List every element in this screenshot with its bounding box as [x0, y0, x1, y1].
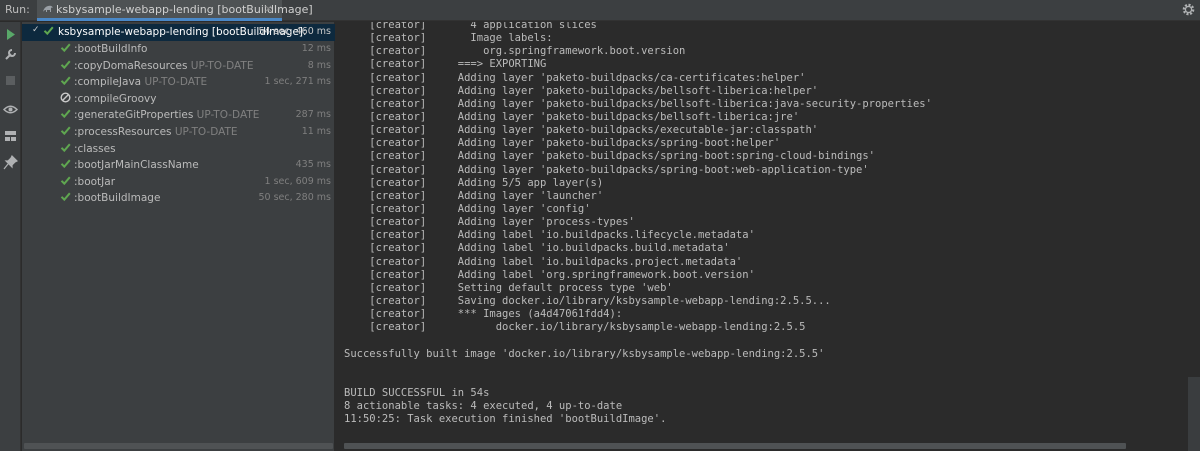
task-status: UP-TO-DATE [187, 59, 254, 72]
task-status: UP-TO-DATE [171, 126, 238, 138]
run-tool-strip [0, 22, 21, 451]
task-duration: 435 ms [295, 159, 331, 171]
task-duration: 12 ms [301, 43, 331, 54]
task-duration: 287 ms [295, 109, 331, 121]
console-line: [creator] Adding label 'io.buildpacks.pr… [344, 255, 743, 268]
run-tab-title: ksbysample-webapp-lending [bootBuildImag… [56, 3, 313, 16]
console-line: [creator] Adding label 'io.buildpacks.li… [344, 229, 755, 242]
success-check-icon [43, 26, 54, 36]
console-line: [creator] Adding layer 'paketo-buildpack… [344, 71, 806, 84]
stop-icon[interactable] [3, 73, 18, 88]
task-duration: 1 sec, 609 ms [264, 175, 331, 187]
task-duration: 8 ms [307, 59, 331, 71]
console-vertical-scrollbar[interactable] [1188, 377, 1200, 451]
success-check-icon [60, 192, 71, 202]
task-name: :bootJarMainClassName [74, 159, 199, 172]
tree-task-item[interactable]: :bootJarMainClassName 435 ms [22, 157, 335, 174]
console-line: [creator] Adding label 'io.buildpacks.bu… [344, 242, 730, 255]
success-check-icon [60, 126, 71, 136]
success-check-icon [60, 109, 71, 119]
expand-arrow-icon[interactable]: ✓ [32, 25, 40, 35]
console-line: [creator] Adding layer 'paketo-buildpack… [344, 163, 869, 176]
task-name: :processResources UP-TO-DATE [74, 126, 238, 138]
run-tab[interactable]: ksbysample-webapp-lending [bootBuildImag… [37, 0, 313, 21]
console-line: [creator] *** Images (a4d47061fdd4): [344, 308, 623, 321]
console-horizontal-scrollbar[interactable] [344, 443, 1126, 449]
tree-root-item[interactable]: ✓ ksbysample-webapp-lending [bootBuildIm… [22, 24, 335, 41]
task-duration: 50 sec, 280 ms [258, 192, 331, 204]
gradle-icon [43, 5, 53, 12]
run-toolbar: Run: ksbysample-webapp-lending [bootBuil… [0, 0, 1200, 21]
play-icon[interactable] [3, 27, 18, 42]
console-line: [creator] Adding label 'org.springframew… [344, 268, 755, 281]
console-line: [creator] Adding layer 'process-types' [344, 216, 635, 229]
console-line: [creator] Adding layer 'paketo-buildpack… [344, 84, 819, 97]
console-line: [creator] Adding layer 'config' [344, 202, 591, 215]
tree-task-item[interactable]: :compileJava UP-TO-DATE 1 sec, 271 ms [22, 74, 335, 91]
task-duration: 1 sec, 271 ms [264, 76, 331, 88]
console-line: [creator] Adding layer 'paketo-buildpack… [344, 110, 800, 123]
tree-task-item[interactable]: :bootBuildImage 50 sec, 280 ms [22, 190, 335, 207]
console-line: [creator] Adding layer 'paketo-buildpack… [344, 97, 932, 110]
console-line: [creator] Adding layer 'launcher' [344, 189, 604, 202]
console-line: Successfully built image 'docker.io/libr… [344, 347, 825, 360]
console-line: BUILD SUCCESSFUL in 54s [344, 386, 490, 399]
console-line: [creator] Adding layer 'paketo-buildpack… [344, 150, 876, 163]
success-check-icon [60, 159, 71, 169]
tree-root-time: 54 sec, 460 ms [258, 26, 331, 37]
pin-icon[interactable] [3, 155, 18, 170]
console-line: [creator] org.springframework.boot.versi… [344, 45, 686, 58]
console-line: [creator] Image labels: [344, 32, 553, 45]
run-label: Run: [5, 3, 30, 16]
tree-task-item[interactable]: :classes [22, 141, 335, 158]
console-line: [creator] docker.io/library/ksbysample-w… [344, 321, 806, 334]
tree-horizontal-scrollbar[interactable] [24, 443, 333, 449]
success-check-icon [60, 143, 71, 152]
build-tree-panel: ✓ ksbysample-webapp-lending [bootBuildIm… [22, 22, 335, 451]
task-name: :classes [74, 142, 116, 155]
console-line: [creator] Adding layer 'paketo-buildpack… [344, 137, 781, 150]
tree-task-item[interactable]: :copyDomaResources UP-TO-DATE 8 ms [22, 58, 335, 75]
console-line: [creator] ===> EXPORTING [344, 58, 547, 71]
task-status: UP-TO-DATE [141, 76, 208, 89]
task-duration: 11 ms [301, 126, 331, 137]
tree-task-item[interactable]: :generateGitProperties UP-TO-DATE 287 ms [22, 107, 335, 124]
task-name: :generateGitProperties UP-TO-DATE [74, 109, 260, 122]
wrench-icon[interactable] [3, 47, 18, 62]
console-line: [creator] 4 application slices [344, 22, 597, 31]
console-output[interactable]: [creator] 4 application slices [creator]… [336, 22, 1200, 451]
eye-icon[interactable] [3, 102, 18, 117]
task-name: :bootBuildInfo [74, 43, 148, 55]
task-name: :bootBuildImage [74, 192, 161, 205]
task-name: :copyDomaResources UP-TO-DATE [74, 59, 254, 72]
tree-task-item[interactable]: :bootBuildInfo 12 ms [22, 41, 335, 58]
success-check-icon [60, 43, 71, 53]
gear-icon[interactable] [1181, 2, 1196, 17]
tree-task-item[interactable]: :bootJar 1 sec, 609 ms [22, 174, 335, 191]
layout-icon[interactable] [3, 128, 18, 143]
task-name: :compileJava UP-TO-DATE [74, 76, 208, 89]
task-status: UP-TO-DATE [193, 109, 260, 122]
tree-task-item[interactable]: :compileGroovy [22, 91, 335, 108]
console-line: 11:50:25: Task execution finished 'bootB… [344, 413, 667, 426]
task-name: :compileGroovy [74, 92, 157, 105]
success-check-icon [60, 60, 71, 69]
success-check-icon [60, 76, 71, 86]
console-line: [creator] Saving docker.io/library/ksbys… [344, 294, 831, 307]
tree-task-item[interactable]: :processResources UP-TO-DATE 11 ms [22, 124, 335, 141]
success-check-icon [60, 176, 71, 185]
close-tab-icon[interactable]: × [264, 2, 273, 15]
console-text: [creator] 4 application slices [creator]… [344, 22, 932, 426]
console-line: 8 actionable tasks: 4 executed, 4 up-to-… [344, 400, 623, 413]
task-name: :bootJar [74, 175, 116, 188]
console-line: [creator] Adding 5/5 app layer(s) [344, 176, 604, 189]
skipped-icon [60, 92, 71, 103]
console-line: [creator] Adding layer 'paketo-buildpack… [344, 124, 819, 137]
console-line: [creator] Setting default process type '… [344, 281, 673, 294]
